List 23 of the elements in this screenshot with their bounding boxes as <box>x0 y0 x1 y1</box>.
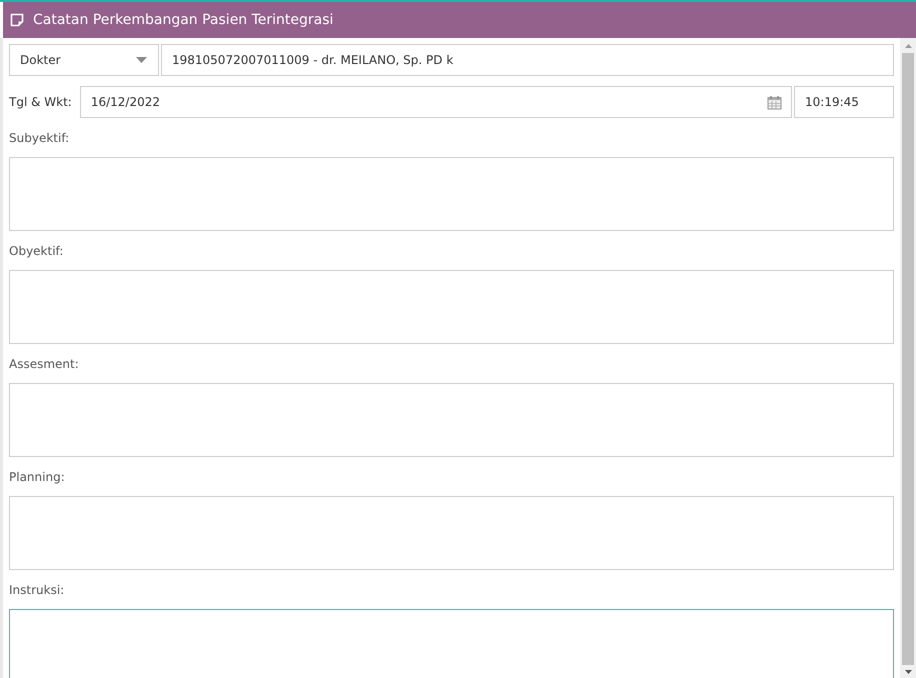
field-label: Instruksi: <box>9 583 66 597</box>
time-field[interactable]: 10:19:45 <box>794 86 894 118</box>
date-field[interactable]: 16/12/2022 <box>80 86 792 118</box>
doctor-field[interactable]: 198105072007011009 - dr. MEILANO, Sp. PD k <box>161 44 894 76</box>
text-area[interactable] <box>9 157 894 231</box>
datetime-label: Tgl & Wkt: <box>9 95 73 109</box>
field-label: Planning: <box>9 470 66 484</box>
text-area[interactable] <box>9 270 894 344</box>
field-label: Assesment: <box>9 357 80 371</box>
window-title: Catatan Perkembangan Pasien Terintegrasi <box>33 12 334 28</box>
text-area[interactable] <box>9 383 894 457</box>
note-icon <box>10 13 24 27</box>
text-area[interactable] <box>9 609 894 678</box>
field-label: Subyektif: <box>9 131 70 145</box>
field-label: Obyektif: <box>9 244 64 258</box>
scroll-up-icon[interactable] <box>904 44 912 48</box>
calendar-icon[interactable] <box>767 94 782 110</box>
caret-icon <box>136 57 147 63</box>
scrollbar[interactable] <box>900 38 916 678</box>
text-area[interactable] <box>9 496 894 570</box>
role-dropdown[interactable]: Dokter <box>9 44 159 76</box>
scroll-thumb[interactable] <box>902 53 914 665</box>
scroll-down-icon[interactable] <box>904 670 912 674</box>
